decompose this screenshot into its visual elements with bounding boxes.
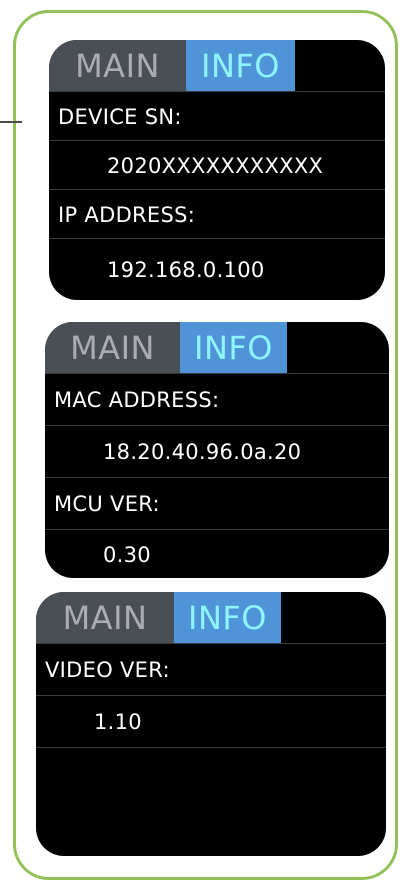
callout-line (0, 121, 22, 123)
ip-address-label: IP ADDRESS: (49, 189, 385, 239)
video-ver-value: 1.10 (36, 695, 386, 748)
ip-address-value: 192.168.0.100 (49, 238, 385, 300)
device-sn-value: 2020XXXXXXXXXXX (49, 140, 385, 190)
mac-address-value: 18.20.40.96.0a.20 (45, 425, 389, 478)
tab-bar: MAIN INFO (49, 40, 295, 91)
video-ver-label: VIDEO VER: (36, 643, 386, 696)
tab-info[interactable]: INFO (186, 40, 295, 91)
tab-main[interactable]: MAIN (49, 40, 186, 91)
empty-row (36, 747, 386, 800)
empty-row (36, 799, 386, 856)
mcu-ver-value: 0.30 (45, 529, 389, 578)
tab-main[interactable]: MAIN (36, 592, 174, 643)
info-screen-1: MAIN INFO DEVICE SN: 2020XXXXXXXXXXX IP … (49, 40, 385, 300)
device-sn-label: DEVICE SN: (49, 91, 385, 141)
info-screen-2: MAIN INFO MAC ADDRESS: 18.20.40.96.0a.20… (45, 322, 389, 578)
tab-main[interactable]: MAIN (45, 322, 180, 373)
info-screen-3: MAIN INFO VIDEO VER: 1.10 (36, 592, 386, 856)
mcu-ver-label: MCU VER: (45, 477, 389, 530)
tab-bar: MAIN INFO (36, 592, 281, 643)
mac-address-label: MAC ADDRESS: (45, 373, 389, 426)
tab-bar: MAIN INFO (45, 322, 287, 373)
tab-info[interactable]: INFO (180, 322, 287, 373)
tab-info[interactable]: INFO (174, 592, 281, 643)
device-info-figure: MAIN INFO DEVICE SN: 2020XXXXXXXXXXX IP … (0, 0, 406, 882)
